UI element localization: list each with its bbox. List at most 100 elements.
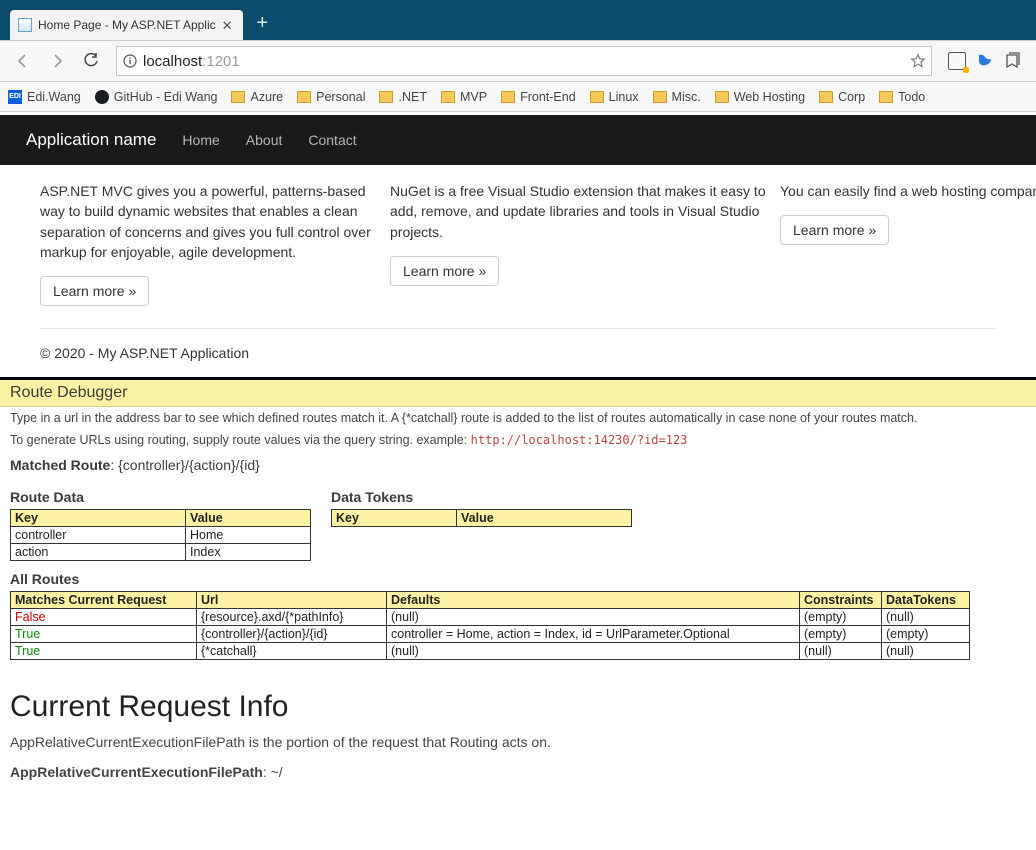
cell-key: action — [11, 544, 186, 561]
cell-constraints: (null) — [800, 643, 882, 660]
rd-generate: To generate URLs using routing, supply r… — [0, 429, 1036, 451]
bookmark-label: Todo — [898, 90, 925, 104]
browser-tab[interactable]: Home Page - My ASP.NET Applic ✕ — [10, 10, 243, 40]
cri-path-label: AppRelativeCurrentExecutionFilePath — [10, 764, 263, 780]
cell-value: Index — [186, 544, 311, 561]
folder-icon — [231, 91, 245, 103]
back-button[interactable] — [8, 46, 38, 76]
all-routes-table: Matches Current Request Url Defaults Con… — [10, 591, 970, 660]
rd-generate-text: To generate URLs using routing, supply r… — [10, 433, 471, 447]
bookmark-item[interactable]: .NET — [379, 90, 426, 104]
feature-text-3: You can easily find a web hosting compan… — [780, 181, 1022, 201]
table-row: Matches Current Request Url Defaults Con… — [11, 592, 970, 609]
address-text: localhost:1201 — [143, 53, 905, 70]
learn-more-button-2[interactable]: Learn more » — [390, 256, 499, 286]
th-value: Value — [186, 510, 311, 527]
cell-constraints: (empty) — [800, 626, 882, 643]
learn-more-button-1[interactable]: Learn more » — [40, 276, 149, 306]
table-row: True{*catchall}(null)(null)(null) — [11, 643, 970, 660]
bookmark-item[interactable]: Linux — [590, 90, 639, 104]
arrow-right-icon — [49, 53, 65, 69]
browser-chrome: Home Page - My ASP.NET Applic ✕ + localh… — [0, 0, 1036, 112]
collections-button[interactable] — [1004, 52, 1022, 70]
close-tab-icon[interactable]: ✕ — [222, 19, 233, 32]
bookmarks-bar: EDI Edi.Wang GitHub - Edi Wang Azure Persona… — [0, 82, 1036, 112]
address-bar[interactable]: localhost:1201 — [116, 46, 932, 76]
cell-key: controller — [11, 527, 186, 544]
bookmark-label: GitHub - Edi Wang — [114, 90, 218, 104]
bookmark-item[interactable]: Corp — [819, 90, 865, 104]
bookmark-item[interactable]: Web Hosting — [715, 90, 805, 104]
cell-defaults: (null) — [387, 643, 800, 660]
bookmark-label: Edi.Wang — [27, 90, 81, 104]
th-datatokens: DataTokens — [882, 592, 970, 609]
tab-title: Home Page - My ASP.NET Applic — [38, 18, 216, 32]
feature-text-2: NuGet is a free Visual Studio extension … — [390, 181, 766, 242]
data-tokens-table: Key Value — [331, 509, 632, 527]
cell-url: {controller}/{action}/{id} — [197, 626, 387, 643]
s-extension-icon — [976, 52, 994, 70]
refresh-button[interactable] — [76, 46, 106, 76]
address-port: :1201 — [202, 53, 240, 70]
bookmark-label: Azure — [250, 90, 283, 104]
th-url: Url — [197, 592, 387, 609]
data-tokens-block: Data Tokens Key Value — [331, 479, 632, 561]
cri-path: AppRelativeCurrentExecutionFilePath: ~/ — [0, 754, 1036, 784]
th-matches: Matches Current Request — [11, 592, 197, 609]
folder-icon — [590, 91, 604, 103]
shield-icon — [948, 52, 966, 70]
bookmark-item[interactable]: Misc. — [653, 90, 701, 104]
route-debugger-title: Route Debugger — [0, 380, 1036, 407]
th-value: Value — [457, 510, 632, 527]
bookmark-item[interactable]: Todo — [879, 90, 925, 104]
cell-url: {resource}.axd/{*pathInfo} — [197, 609, 387, 626]
footer-text: © 2020 - My ASP.NET Application — [0, 339, 1036, 377]
current-request-title: Current Request Info — [0, 660, 1036, 730]
arrow-left-icon — [15, 53, 31, 69]
brand[interactable]: Application name — [26, 130, 156, 150]
nav-home[interactable]: Home — [182, 132, 219, 148]
bookmark-label: Personal — [316, 90, 365, 104]
bookmark-item[interactable]: GitHub - Edi Wang — [95, 90, 218, 104]
bookmark-label: Corp — [838, 90, 865, 104]
bookmark-item[interactable]: MVP — [441, 90, 487, 104]
github-icon — [95, 90, 109, 104]
bookmark-item[interactable]: Front-End — [501, 90, 576, 104]
feature-col-2: NuGet is a free Visual Studio extension … — [390, 175, 780, 306]
table-row: Key Value — [332, 510, 632, 527]
extension-button[interactable] — [976, 52, 994, 70]
cell-matches: True — [11, 626, 197, 643]
learn-more-button-3[interactable]: Learn more » — [780, 215, 889, 245]
toolbar-right-icons — [942, 52, 1028, 70]
rd-tables-row: Route Data Key Value controllerHomeactio… — [0, 479, 1036, 561]
feature-col-3: You can easily find a web hosting compan… — [780, 175, 1036, 306]
folder-icon — [379, 91, 393, 103]
bookmark-item[interactable]: EDI Edi.Wang — [8, 90, 81, 104]
new-tab-button[interactable]: + — [249, 12, 277, 35]
bookmark-item[interactable]: Personal — [297, 90, 365, 104]
tracking-button[interactable] — [948, 52, 966, 70]
collections-icon — [1005, 52, 1021, 70]
table-row: False{resource}.axd/{*pathInfo}(null)(em… — [11, 609, 970, 626]
route-data-heading: Route Data — [10, 479, 311, 509]
nav-about[interactable]: About — [246, 132, 283, 148]
edi-icon: EDI — [8, 90, 22, 104]
th-key: Key — [332, 510, 457, 527]
site-info-icon[interactable] — [117, 54, 143, 68]
matched-route-value: : {controller}/{action}/{id} — [110, 457, 259, 473]
browser-toolbar: localhost:1201 — [0, 40, 1036, 82]
cell-constraints: (empty) — [800, 609, 882, 626]
bookmark-label: MVP — [460, 90, 487, 104]
matched-route: Matched Route: {controller}/{action}/{id… — [0, 451, 1036, 479]
folder-icon — [653, 91, 667, 103]
cri-path-value: : ~/ — [263, 764, 283, 780]
forward-button[interactable] — [42, 46, 72, 76]
route-data-table: Key Value controllerHomeactionIndex — [10, 509, 311, 561]
bookmark-item[interactable]: Azure — [231, 90, 283, 104]
cell-datatokens: (empty) — [882, 626, 970, 643]
divider — [40, 328, 996, 329]
cell-url: {*catchall} — [197, 643, 387, 660]
favorite-button[interactable] — [905, 53, 931, 69]
nav-contact[interactable]: Contact — [308, 132, 356, 148]
folder-icon — [441, 91, 455, 103]
